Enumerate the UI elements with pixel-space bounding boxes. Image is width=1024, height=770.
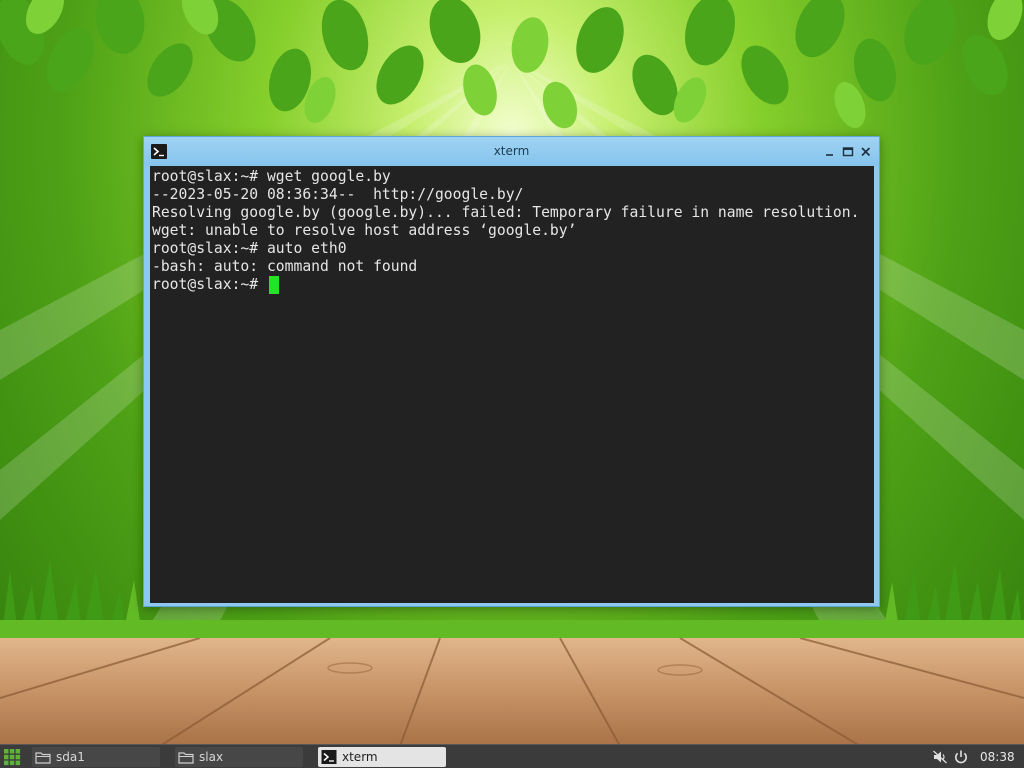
close-icon[interactable] — [858, 144, 874, 160]
terminal-line: wget: unable to resolve host address ‘go… — [152, 222, 577, 239]
taskbar-item-xterm[interactable]: xterm — [318, 747, 446, 767]
window-title: xterm — [493, 144, 530, 158]
terminal-icon — [321, 749, 337, 765]
terminal-line: --2023-05-20 08:36:34-- http://google.by… — [152, 186, 524, 203]
maximize-icon[interactable] — [840, 144, 856, 160]
wallpaper-wooden-floor — [0, 638, 1024, 746]
terminal-line: root@slax:~# wget google.by — [152, 168, 391, 185]
terminal-output[interactable]: root@slax:~# wget google.by --2023-05-20… — [150, 166, 874, 603]
taskbar: sda1 slax xterm 08:38 — [0, 744, 1024, 768]
taskbar-item-slax[interactable]: slax — [175, 747, 303, 767]
taskbar-item-label: slax — [199, 750, 224, 764]
terminal-line: -bash: auto: command not found — [152, 258, 418, 275]
taskbar-item-label: sda1 — [56, 750, 85, 764]
taskbar-item-label: xterm — [342, 750, 378, 764]
terminal-line: Resolving google.by (google.by)... faile… — [152, 204, 860, 221]
minimize-icon[interactable] — [822, 144, 838, 160]
app-grid-icon[interactable] — [3, 748, 21, 766]
window-titlebar[interactable]: xterm — [144, 137, 879, 166]
power-icon[interactable] — [953, 749, 969, 765]
desktop: xterm root@slax:~# wget google.by --2023… — [0, 0, 1024, 768]
wallpaper-leaves — [0, 0, 1023, 129]
taskbar-clock[interactable]: 08:38 — [980, 745, 1015, 769]
terminal-cursor — [269, 276, 279, 294]
taskbar-item-sda1[interactable]: sda1 — [32, 747, 160, 767]
folder-icon — [35, 749, 51, 765]
terminal-line: root@slax:~# auto eth0 — [152, 240, 347, 257]
xterm-window[interactable]: xterm root@slax:~# wget google.by --2023… — [143, 136, 880, 607]
volume-muted-icon[interactable] — [932, 749, 948, 765]
terminal-prompt: root@slax:~# — [152, 276, 267, 293]
folder-icon — [178, 749, 194, 765]
